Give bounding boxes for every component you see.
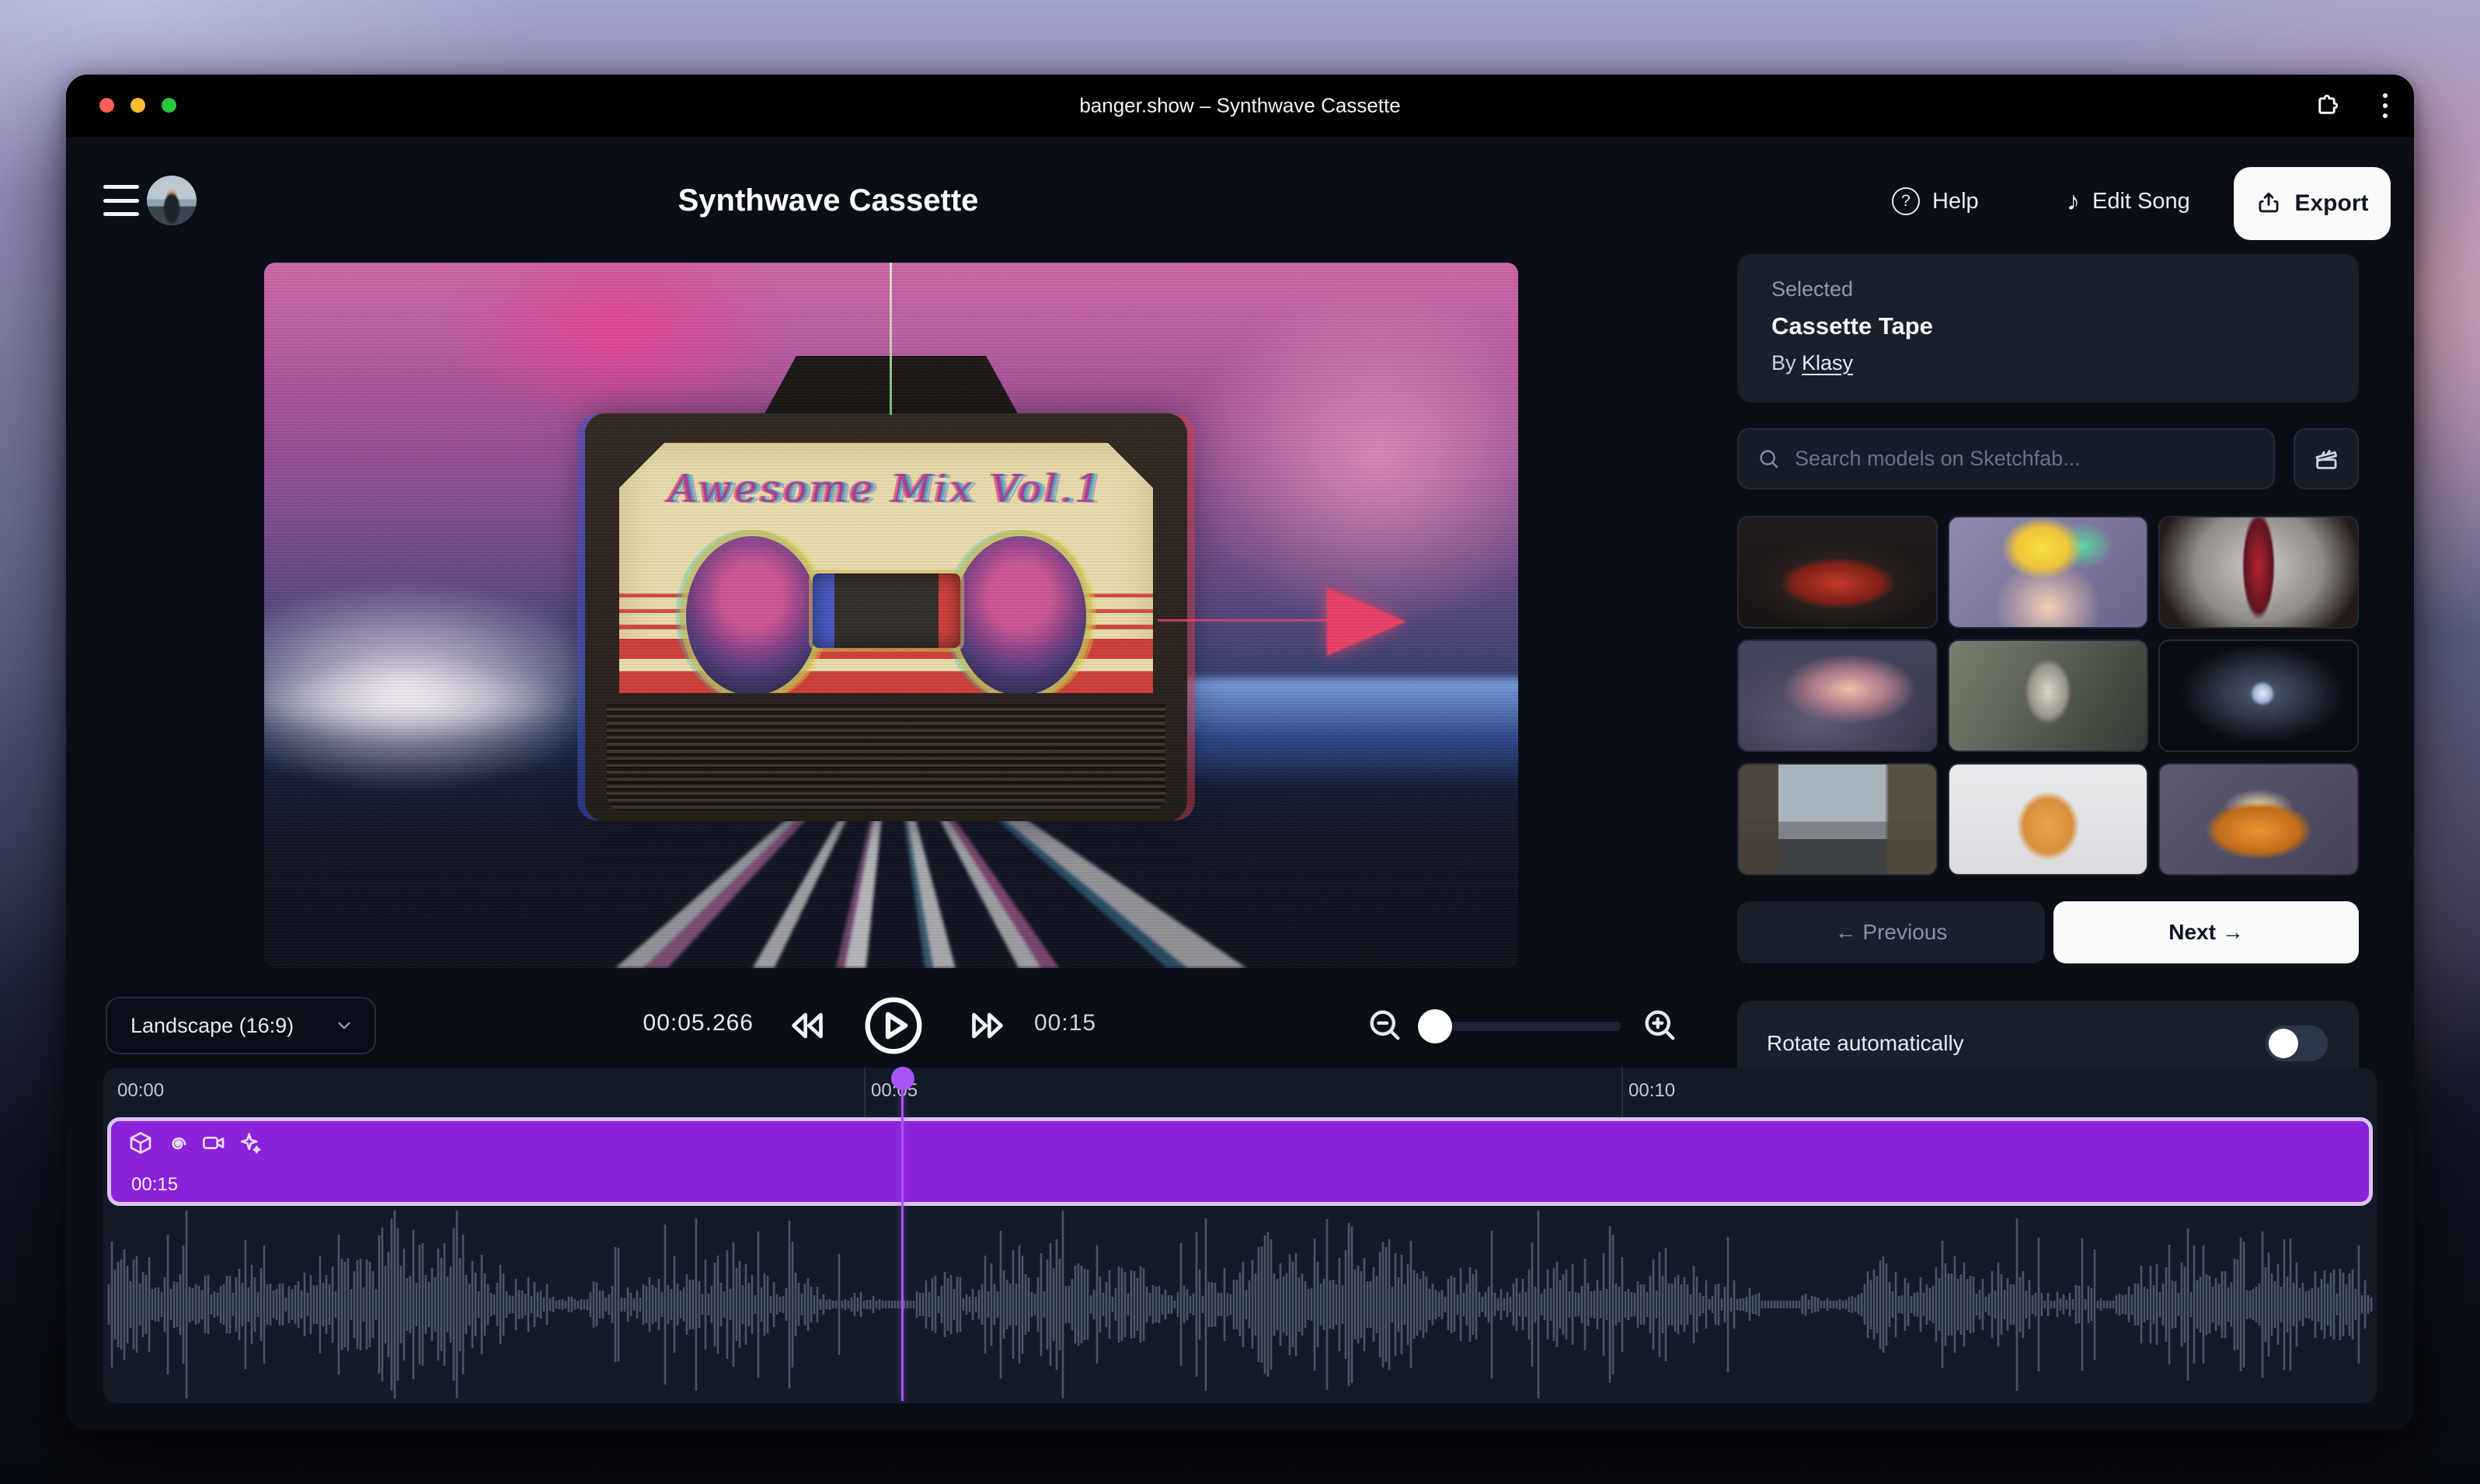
- aspect-ratio-dropdown[interactable]: Landscape (16:9): [106, 997, 376, 1054]
- model-thumb-shiba-dog[interactable]: [1948, 763, 2148, 876]
- music-note-icon: ♪: [2067, 186, 2080, 217]
- model-thumb-anime-girl[interactable]: [1948, 516, 2148, 629]
- model-thumb-red-sports-car[interactable]: [1737, 516, 1938, 629]
- total-duration: 00:15: [1034, 1010, 1096, 1036]
- export-button[interactable]: Export: [2234, 167, 2391, 240]
- rewind-button[interactable]: [785, 1004, 829, 1047]
- app-window: banger.show – Synthwave Cassette Synthwa…: [66, 75, 2414, 1430]
- maximize-window-button[interactable]: [162, 98, 176, 113]
- spiral-icon: [165, 1130, 190, 1155]
- minimize-window-button[interactable]: [131, 98, 145, 113]
- next-page-button[interactable]: Next →: [2053, 901, 2359, 963]
- menu-button[interactable]: [103, 185, 139, 216]
- close-window-button[interactable]: [99, 98, 114, 113]
- search-icon: [1757, 448, 1781, 471]
- by-prefix: By: [1771, 351, 1796, 374]
- previous-page-button[interactable]: ← Previous: [1737, 901, 2045, 963]
- help-icon: ?: [1892, 187, 1920, 215]
- video-preview-viewport[interactable]: Awesome Mix Vol.1: [264, 263, 1518, 968]
- titlebar: banger.show – Synthwave Cassette: [66, 75, 2414, 137]
- selected-model-card: Selected Cassette Tape By Klasy: [1737, 254, 2359, 402]
- model-thumb-spiral-galaxy[interactable]: [2158, 639, 2359, 752]
- ruler-tick[interactable]: 00:00: [117, 1080, 164, 1102]
- ruler-tick[interactable]: 00:10: [1628, 1080, 1675, 1102]
- scene-clip[interactable]: 00:15: [107, 1117, 2373, 1206]
- export-label: Export: [2294, 190, 2368, 217]
- zoom-in-icon[interactable]: [1640, 1005, 1681, 1046]
- model-thumb-cloudy-sky-island[interactable]: [1737, 639, 1938, 752]
- cube-icon: [128, 1130, 153, 1155]
- clapperboard-icon: [2313, 446, 2339, 472]
- window-title: banger.show – Synthwave Cassette: [1079, 94, 1400, 118]
- play-button[interactable]: [864, 996, 923, 1055]
- sparkles-icon: [238, 1130, 263, 1155]
- audio-waveform[interactable]: [107, 1207, 2373, 1402]
- search-box[interactable]: [1737, 428, 2275, 489]
- rotate-label: Rotate automatically: [1767, 1031, 1964, 1056]
- model-thumb-red-caped-warrior[interactable]: [2158, 516, 2359, 629]
- browser-menu-icon[interactable]: [2372, 92, 2398, 119]
- chevron-down-icon: [334, 1015, 354, 1036]
- clip-duration: 00:15: [131, 1174, 178, 1196]
- aspect-ratio-value: Landscape (16:9): [131, 1014, 294, 1038]
- model-thumb-abandoned-city-street[interactable]: [1737, 763, 1938, 876]
- rotate-toggle[interactable]: [2266, 1026, 2328, 1061]
- avatar[interactable]: [147, 176, 197, 225]
- model-sidebar: Selected Cassette Tape By Klasy: [1737, 254, 2359, 402]
- selected-model-name: Cassette Tape: [1771, 312, 2325, 340]
- model-thumb-orange-toy-car[interactable]: [2158, 763, 2359, 876]
- edit-song-button[interactable]: ♪ Edit Song: [2067, 176, 2190, 227]
- video-camera-icon: [201, 1130, 226, 1155]
- current-time: 00:05.266: [610, 1010, 754, 1036]
- timeline-panel: 00:00 00:05 00:10 00:15: [103, 1068, 2377, 1403]
- search-input[interactable]: [1795, 447, 2255, 471]
- page-title: Synthwave Cassette: [678, 183, 979, 218]
- fast-forward-button[interactable]: [966, 1004, 1009, 1047]
- edit-song-label: Edit Song: [2092, 189, 2190, 214]
- playhead-line: [901, 1078, 904, 1401]
- timeline-zoom-knob[interactable]: [1418, 1009, 1452, 1043]
- export-icon: [2255, 190, 2282, 217]
- my-models-button[interactable]: [2294, 428, 2359, 489]
- zoom-out-icon[interactable]: [1365, 1005, 1405, 1046]
- author-link[interactable]: Klasy: [1802, 351, 1853, 374]
- playhead-knob[interactable]: [891, 1067, 914, 1090]
- help-button[interactable]: ? Help: [1892, 176, 1979, 227]
- help-label: Help: [1932, 189, 1979, 214]
- model-thumb-skull[interactable]: [1948, 639, 2148, 752]
- extensions-icon[interactable]: [2314, 92, 2340, 119]
- selected-label: Selected: [1771, 277, 2325, 301]
- model-grid: [1737, 516, 2359, 876]
